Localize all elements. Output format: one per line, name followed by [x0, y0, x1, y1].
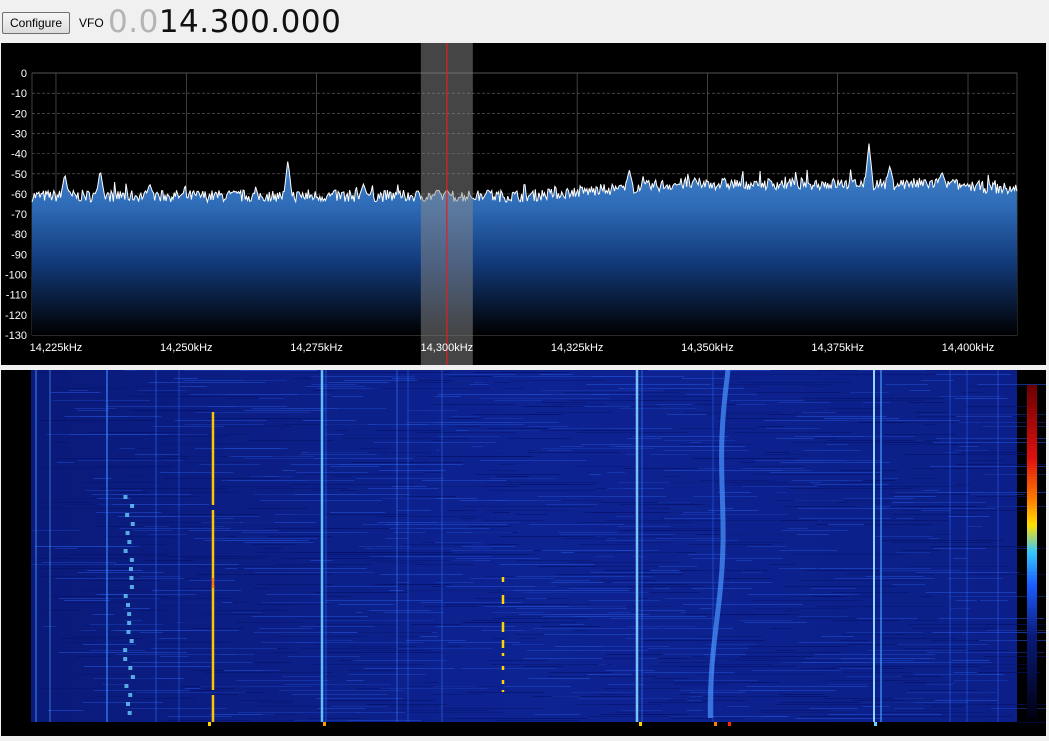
freq-tick-label: 14,300kHz — [421, 342, 474, 354]
freq-tick-label: 14,375kHz — [811, 342, 864, 354]
spectrum-fill — [32, 143, 1017, 335]
vfo-frequency-selected-digit[interactable]: 3 — [210, 4, 230, 40]
db-tick-label: -110 — [6, 290, 27, 302]
db-tick-label: -30 — [11, 128, 27, 140]
waterfall-plot[interactable] — [1, 369, 1049, 736]
configure-button[interactable]: Configure — [2, 12, 70, 34]
db-tick-label: -20 — [11, 108, 27, 120]
db-tick-label: -80 — [11, 229, 27, 241]
db-tick-label: -50 — [11, 169, 27, 181]
freq-tick-label: 14,400kHz — [942, 342, 995, 354]
vfo-frequency-digits-b: 00.000 — [229, 4, 342, 40]
spectrum-plot[interactable]: 0 -10 -20 -30 -40 -50 -60 -70 -80 -90 -100 -110 -120… — [1, 43, 1046, 365]
db-tick-label: -60 — [11, 189, 27, 201]
waterfall-color-scale — [1027, 385, 1037, 719]
db-tick-label: -130 — [5, 330, 27, 342]
db-tick-label: -10 — [11, 88, 27, 100]
db-tick-label: -120 — [5, 310, 27, 322]
spectrum-db-axis: 0 -10 -20 -30 -40 -50 -60 -70 -80 -90 -100 -110 -120… — [5, 68, 27, 342]
freq-tick-label: 14,250kHz — [160, 342, 213, 354]
db-tick-label: -40 — [11, 149, 27, 161]
db-tick-label: -100 — [5, 270, 27, 282]
db-tick-label: -90 — [11, 249, 27, 261]
spectrum-frequency-axis: 14,225kHz 14,250kHz 14,275kHz 14,300kHz 14,3… — [30, 342, 995, 354]
freq-tick-label: 14,225kHz — [30, 342, 83, 354]
vfo-frequency-leading-digits: 0.0 — [108, 4, 159, 40]
freq-tick-label: 14,325kHz — [551, 342, 604, 354]
db-tick-label: -70 — [11, 209, 27, 221]
vfo-frequency-digits-a: 14. — [158, 4, 210, 40]
vfo-label: VFO — [79, 16, 104, 30]
toolbar: Configure VFO 0.014.300.000 — [0, 0, 1049, 42]
waterfall-panel[interactable] — [1, 369, 1049, 736]
db-tick-label: 0 — [21, 68, 27, 80]
spectrum-panel[interactable]: 0 -10 -20 -30 -40 -50 -60 -70 -80 -90 -100 -110 -120… — [1, 43, 1046, 365]
vfo-frequency-display[interactable]: 0.014.300.000 — [108, 2, 341, 42]
freq-tick-label: 14,275kHz — [290, 342, 343, 354]
freq-tick-label: 14,350kHz — [681, 342, 734, 354]
